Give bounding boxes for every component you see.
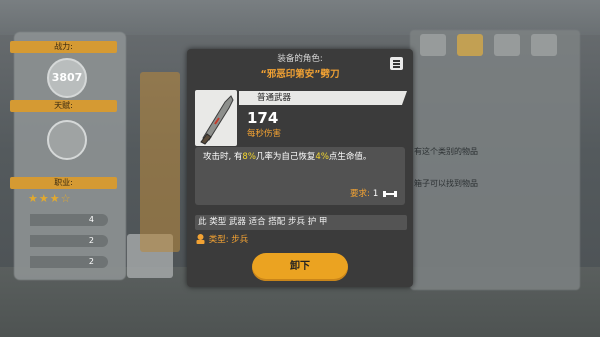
class-value: 步兵 — [231, 235, 249, 245]
job-label: 职业: — [10, 177, 117, 189]
description-box: 攻击时, 有8%几率为自己恢复4%点生命值。 要求: 1 — [195, 147, 405, 205]
lock-icon — [47, 120, 87, 160]
weapon-type: 普通武器 — [257, 93, 292, 103]
tab-tools[interactable] — [531, 34, 557, 56]
item-description: 攻击时, 有8%几率为自己恢复4%点生命值。 — [203, 152, 372, 162]
class-row: 类型: 步兵 — [195, 233, 248, 246]
inventory-hint-1: 有这个类别的物品 — [414, 147, 478, 156]
item-name: “邪恶印第安”劈刀 — [260, 69, 340, 80]
class-label: 类型: — [208, 235, 229, 245]
requirement-label: 要求: — [350, 189, 370, 199]
chance-value: 8% — [242, 152, 256, 162]
machete-icon — [200, 95, 234, 145]
weapon-image — [195, 90, 237, 146]
star-rating-icon: ★★★☆ — [28, 192, 72, 205]
skill-stat: 2 — [30, 235, 108, 247]
intellect-stat: 2 — [30, 256, 108, 268]
requirement: 要求: 1 — [350, 187, 397, 199]
damage-label: 每秒伤害 — [247, 129, 282, 139]
dumbbell-icon — [383, 190, 397, 197]
power-value: 3807 — [47, 58, 87, 98]
talent-label: 天赋: — [10, 100, 117, 112]
requirement-value: 1 — [372, 189, 379, 199]
heal-value: 4% — [315, 152, 329, 162]
strength-stat: 4 — [30, 214, 108, 226]
unequip-button[interactable]: 卸下 — [252, 253, 348, 281]
inventory-panel — [410, 30, 580, 290]
menu-icon[interactable] — [390, 57, 403, 70]
item-detail-popup: 装备的角色: “邪恶印第安”劈刀 普通武器 174 每秒伤害 攻击时, 有8%几… — [187, 49, 413, 287]
tab-pack[interactable] — [494, 34, 520, 56]
compatibility-tags: 此 类型 武器 适合 搭配 步兵 护 甲 — [195, 215, 407, 230]
inventory-hint-2: 箱子可以找到物品 — [414, 179, 478, 188]
blurred-character — [140, 72, 180, 252]
equipped-on-label: 装备的角色: — [277, 54, 323, 64]
damage-value: 174 — [247, 109, 279, 127]
tab-armor[interactable] — [420, 34, 446, 56]
soldier-icon — [196, 234, 205, 244]
weapon-type-bar: 普通武器 — [239, 91, 407, 105]
tab-phone[interactable] — [457, 34, 483, 56]
power-label: 战力: — [10, 41, 117, 53]
